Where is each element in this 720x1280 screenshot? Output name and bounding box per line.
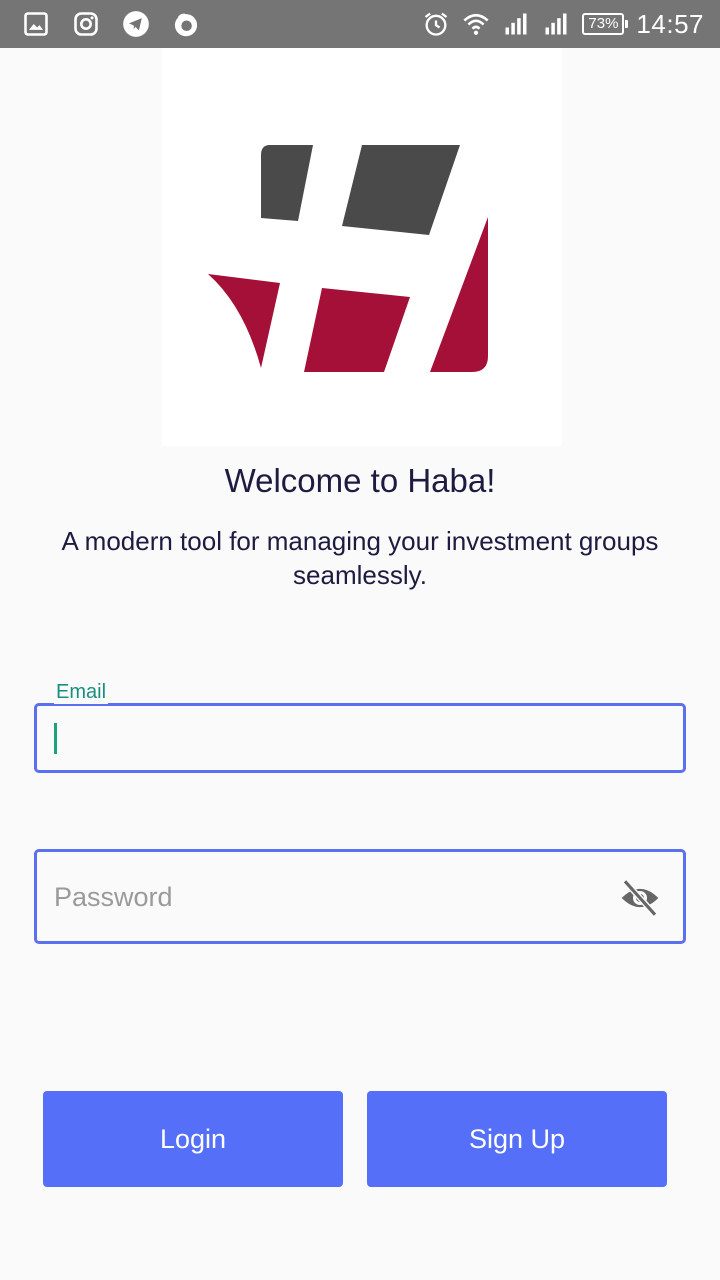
instagram-icon (74, 12, 98, 36)
battery-indicator: 73% (582, 13, 629, 35)
app-logo (162, 48, 562, 446)
login-button[interactable]: Login (43, 1091, 343, 1187)
welcome-title: Welcome to Haba! (224, 462, 496, 499)
signal-icon (545, 13, 567, 35)
wifi-icon (463, 13, 489, 35)
welcome-subtitle: A modern tool for managing your investme… (61, 526, 659, 590)
signal-icon (505, 13, 527, 35)
email-field[interactable] (34, 703, 686, 773)
password-field[interactable]: Password (34, 849, 686, 944)
sign-up-button[interactable]: Sign Up (367, 1091, 667, 1187)
telegram-icon (123, 11, 149, 37)
firefox-icon (174, 13, 198, 37)
password-placeholder: Password (54, 882, 173, 912)
email-label: Email (54, 681, 109, 704)
notification-icons (0, 10, 200, 38)
gallery-icon (24, 12, 48, 36)
eye-off-icon (621, 879, 659, 917)
status-clock: 14:57 (636, 8, 704, 39)
haba-logo-icon (208, 145, 488, 372)
system-icons: 73% 14:57 (422, 9, 720, 40)
password-visibility-toggle[interactable] (617, 878, 663, 918)
status-bar: 73% 14:57 (0, 0, 720, 48)
alarm-icon (425, 12, 448, 36)
text-caret (54, 723, 57, 754)
